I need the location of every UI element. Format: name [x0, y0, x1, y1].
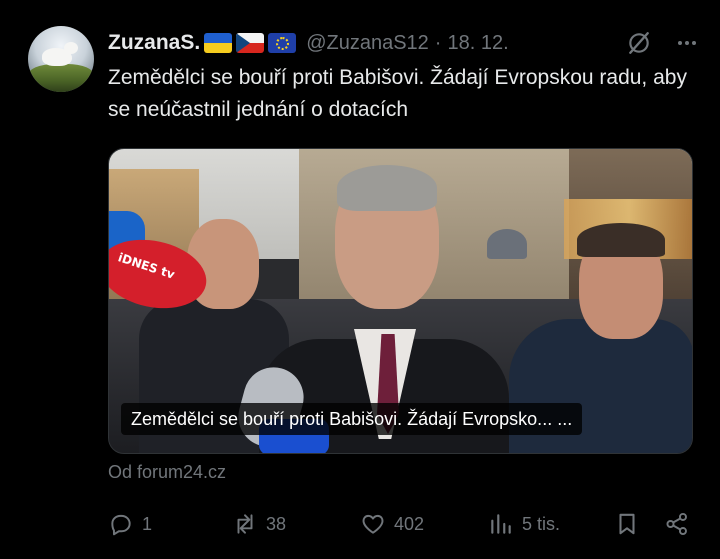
link-card[interactable]: iDNES tv Zemědělci se bouří proti Babišo… — [108, 148, 693, 454]
bookmark-button[interactable] — [614, 508, 640, 540]
post-header: ZuzanaS. @ZuzanaS12 · 18. 12. — [108, 28, 700, 58]
post-text: Zemědělci se bouří proti Babišovi. Žádaj… — [108, 66, 687, 121]
more-options-icon[interactable] — [674, 30, 700, 56]
views-count: 5 tis. — [522, 513, 561, 534]
author-name[interactable]: ZuzanaS. — [108, 31, 200, 55]
header-icons — [626, 30, 700, 56]
heart-icon — [362, 514, 384, 534]
bookmark-icon — [619, 513, 635, 535]
avatar[interactable] — [28, 26, 94, 92]
separator-dot: · — [434, 31, 442, 54]
views-chart-icon — [491, 514, 511, 534]
czech-flag-icon — [236, 33, 265, 53]
post: ZuzanaS. @ZuzanaS12 · 18. 12. Zemědělci … — [0, 0, 720, 559]
views-button[interactable]: 5 tis. — [488, 508, 560, 540]
avatar-grass — [28, 64, 94, 92]
author-flags — [204, 33, 297, 53]
like-count: 402 — [394, 513, 425, 534]
repost-icon — [237, 514, 253, 534]
grok-icon[interactable] — [626, 30, 652, 56]
card-source[interactable]: Od forum24.cz — [108, 462, 226, 483]
repost-count: 38 — [266, 513, 287, 534]
reply-count: 1 — [142, 513, 153, 534]
author-handle[interactable]: @ZuzanaS12 — [306, 32, 429, 55]
ukraine-flag-icon — [204, 33, 233, 53]
post-date[interactable]: 18. 12. — [447, 32, 508, 55]
eu-flag-icon — [268, 33, 297, 53]
share-icon — [666, 512, 687, 536]
like-button[interactable]: 402 — [360, 508, 424, 540]
reply-button[interactable]: 1 — [108, 508, 152, 540]
share-button[interactable] — [664, 508, 690, 540]
avatar-cat — [42, 42, 78, 66]
card-caption: Zemědělci se bouří proti Babišovi. Žádaj… — [121, 403, 583, 435]
reply-icon — [111, 514, 131, 536]
repost-button[interactable]: 38 — [232, 508, 286, 540]
action-bar: 1 38 402 5 tis. — [108, 508, 694, 540]
